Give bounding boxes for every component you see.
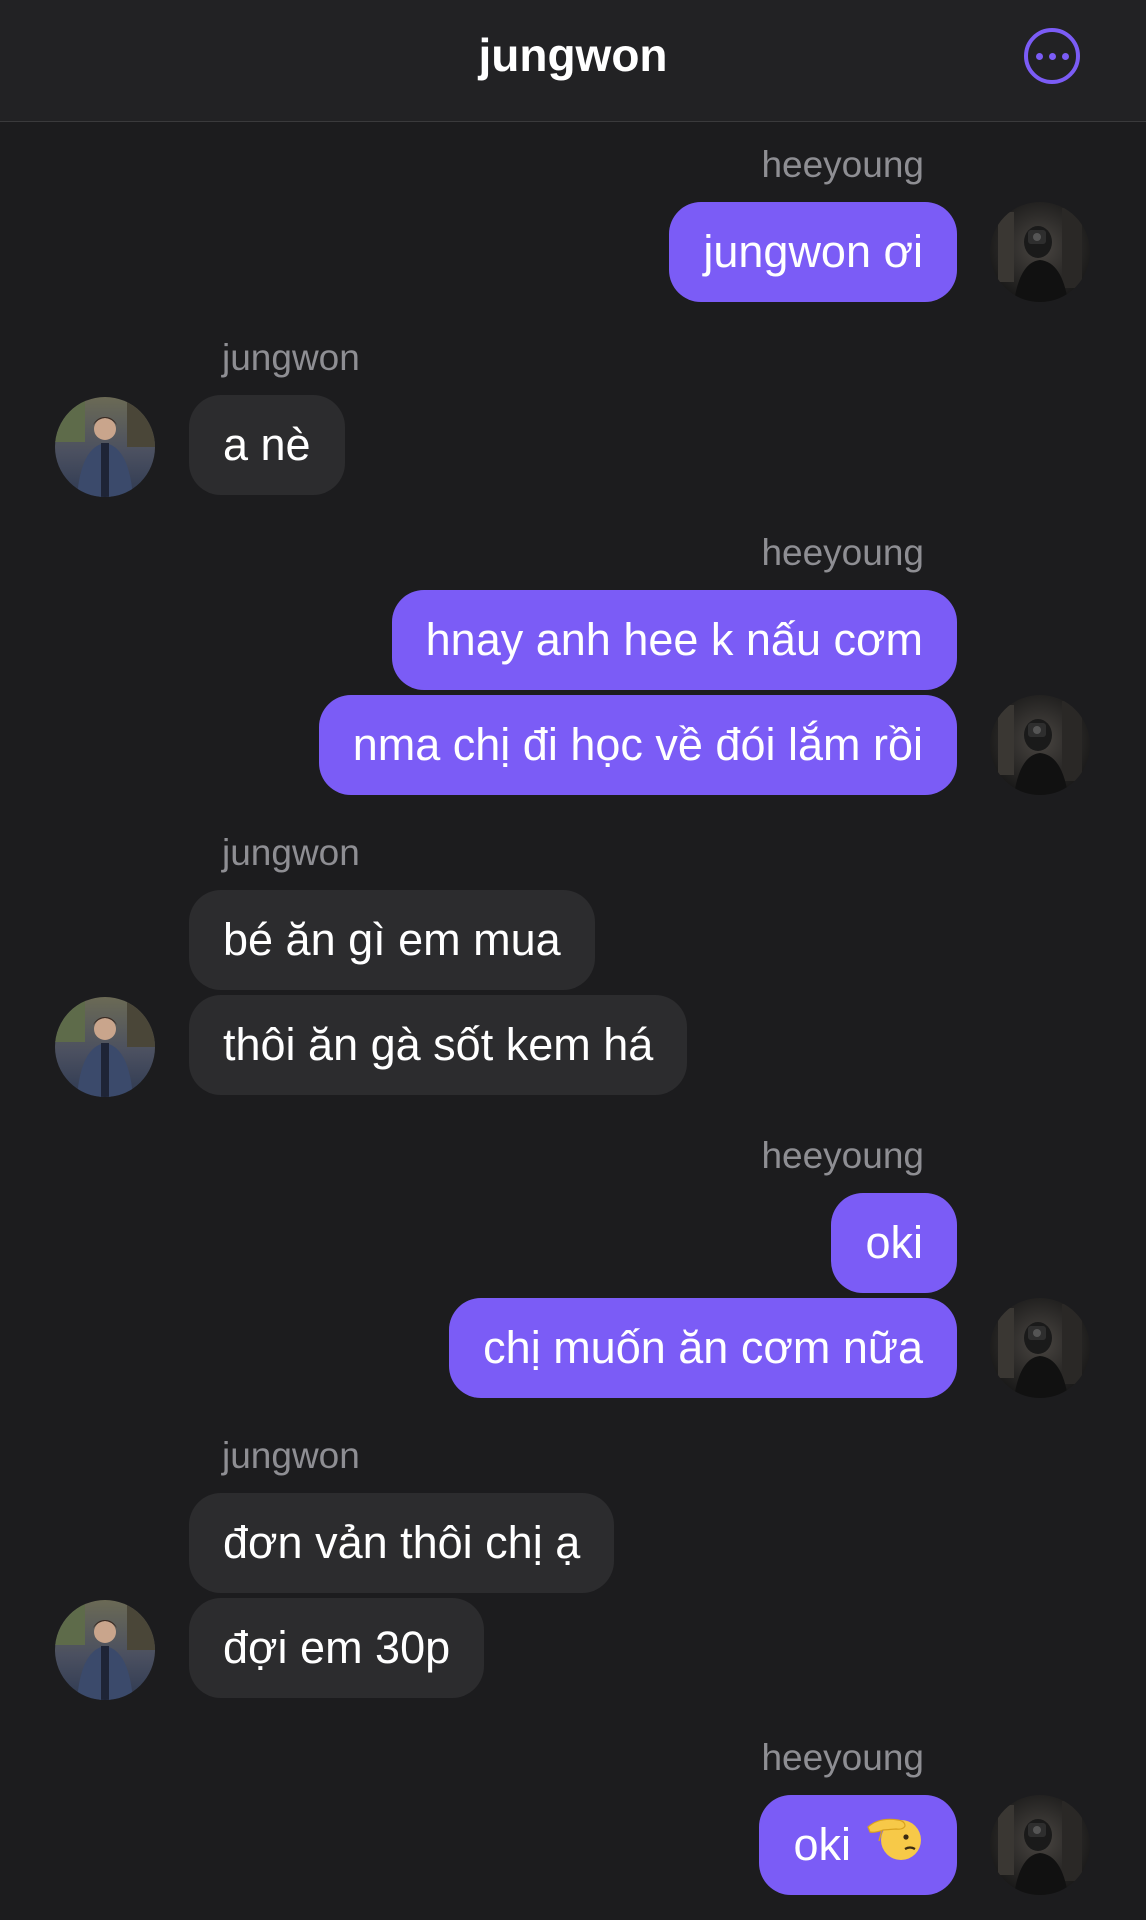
message-list[interactable]: heeyoung jungwon ơi jungwon a nè heeyoun… bbox=[0, 122, 1146, 1920]
outgoing-message-bubble[interactable]: oki bbox=[759, 1795, 957, 1895]
sender-name: heeyoung bbox=[761, 1135, 924, 1176]
chat-header: jungwon bbox=[0, 0, 1146, 122]
outgoing-message-bubble[interactable]: oki bbox=[831, 1193, 957, 1293]
outgoing-message-bubble[interactable]: chị muốn ăn cơm nữa bbox=[449, 1298, 957, 1398]
avatar-heeyoung[interactable] bbox=[990, 202, 1090, 302]
more-horizontal-icon bbox=[1035, 52, 1043, 60]
avatar-jungwon[interactable] bbox=[55, 1600, 155, 1700]
incoming-message-bubble[interactable]: đợi em 30p bbox=[189, 1598, 485, 1698]
sender-name: heeyoung bbox=[761, 144, 924, 185]
avatar-jungwon[interactable] bbox=[55, 397, 155, 497]
avatar-heeyoung[interactable] bbox=[990, 695, 1090, 795]
incoming-message-bubble[interactable]: đơn vản thôi chị ạ bbox=[189, 1493, 615, 1593]
incoming-message-bubble[interactable]: a nè bbox=[189, 395, 345, 495]
incoming-message-bubble[interactable]: bé ăn gì em mua bbox=[189, 890, 595, 990]
sender-name: jungwon bbox=[222, 832, 360, 873]
outgoing-message-bubble[interactable]: hnay anh hee k nấu cơm bbox=[391, 590, 957, 690]
sender-name: heeyoung bbox=[761, 532, 924, 573]
outgoing-message-bubble[interactable]: jungwon ơi bbox=[669, 202, 957, 302]
avatar-heeyoung[interactable] bbox=[990, 1298, 1090, 1398]
outgoing-message-bubble[interactable]: nma chị đi học về đói lắm rồi bbox=[318, 695, 957, 795]
saluting-face-emoji bbox=[865, 1798, 923, 1898]
more-options-button[interactable] bbox=[1024, 28, 1080, 84]
sender-name: jungwon bbox=[222, 337, 360, 378]
sender-name: jungwon bbox=[222, 1435, 360, 1476]
avatar-heeyoung[interactable] bbox=[990, 1795, 1090, 1895]
chat-title: jungwon bbox=[478, 29, 668, 81]
sender-name: heeyoung bbox=[761, 1737, 924, 1778]
message-text: oki bbox=[793, 1819, 851, 1870]
avatar-jungwon[interactable] bbox=[55, 997, 155, 1097]
incoming-message-bubble[interactable]: thôi ăn gà sốt kem há bbox=[189, 995, 688, 1095]
